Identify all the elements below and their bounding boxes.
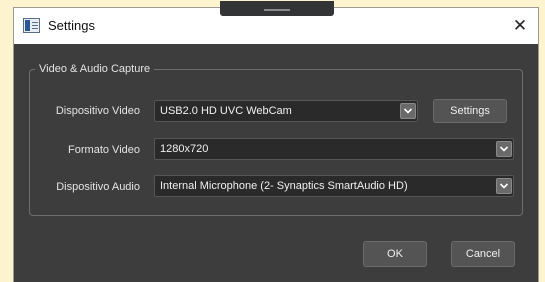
- video-device-select[interactable]: USB2.0 HD UVC WebCam: [154, 100, 418, 122]
- audio-device-label: Dispositivo Audio: [56, 181, 140, 193]
- window-title: Settings: [48, 18, 95, 33]
- audio-device-value: Internal Microphone (2- Synaptics SmartA…: [160, 180, 408, 192]
- chevron-down-icon[interactable]: [496, 141, 512, 157]
- video-device-label: Dispositivo Video: [55, 105, 140, 117]
- window-grab-handle[interactable]: [220, 1, 334, 16]
- close-icon: ✕: [512, 16, 528, 35]
- video-device-value: USB2.0 HD UVC WebCam: [160, 105, 292, 117]
- ok-button[interactable]: OK: [363, 241, 427, 267]
- settings-dialog: Settings ✕ Video & Audio Capture Disposi…: [13, 1, 539, 282]
- video-format-select[interactable]: 1280x720: [154, 138, 514, 160]
- groupbox-title: Video & Audio Capture: [35, 62, 155, 76]
- capture-groupbox: Video & Audio Capture Dispositivo Video …: [29, 62, 523, 216]
- video-settings-button[interactable]: Settings: [433, 99, 507, 123]
- chevron-down-icon[interactable]: [496, 178, 512, 194]
- cancel-button[interactable]: Cancel: [451, 241, 515, 267]
- video-format-label: Formato Video: [68, 144, 140, 156]
- close-button[interactable]: ✕: [502, 8, 538, 44]
- settings-app-icon: [23, 18, 40, 33]
- audio-device-select[interactable]: Internal Microphone (2- Synaptics SmartA…: [154, 175, 514, 197]
- video-format-value: 1280x720: [160, 143, 209, 155]
- chevron-down-icon[interactable]: [400, 103, 416, 119]
